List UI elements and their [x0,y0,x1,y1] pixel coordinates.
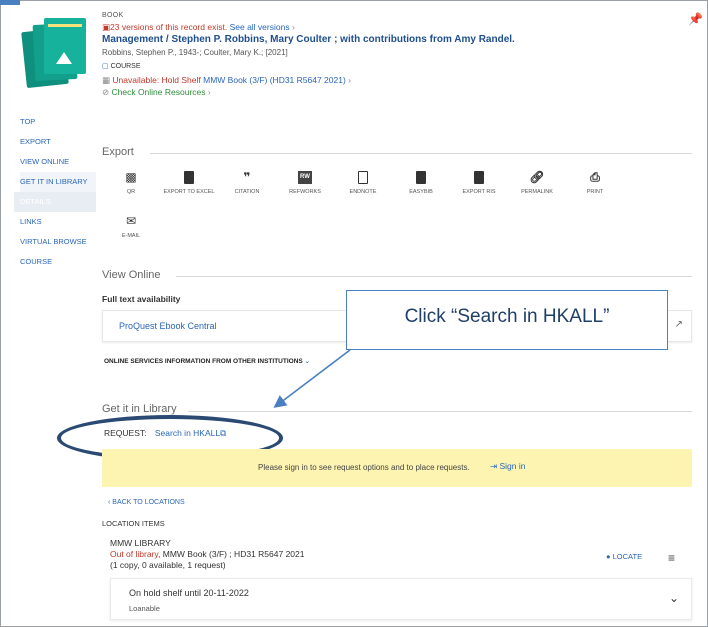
annotation-callout: Click “Search in HKALL” [346,290,668,350]
annotation-callout-text: Click “Search in HKALL” [404,306,610,327]
